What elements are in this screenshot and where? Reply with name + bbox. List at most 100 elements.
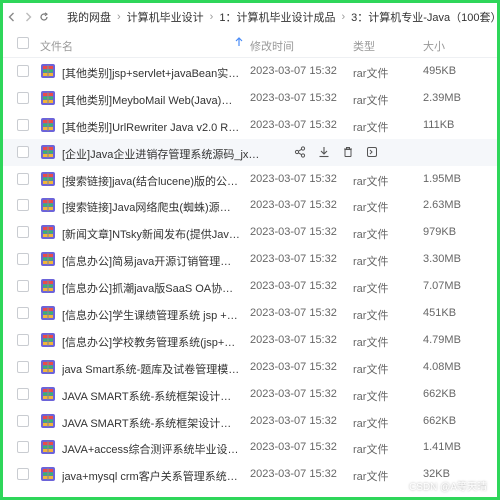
file-modified-time: 2023-03-07 15:32 bbox=[250, 172, 337, 185]
file-type: rar文件 bbox=[353, 336, 389, 349]
file-name[interactable]: JAVA SMART系统-系统框架设计与开发(源代码+论文).rar bbox=[62, 415, 240, 431]
file-name[interactable]: [搜索链接]Java网络爬虫(蜘蛛)源码_zhizhu.rar bbox=[62, 199, 240, 215]
file-modified-time: 2023-03-07 15:32 bbox=[250, 360, 337, 373]
select-all-checkbox[interactable] bbox=[17, 37, 29, 49]
file-type: rar文件 bbox=[353, 94, 389, 107]
column-type[interactable]: 类型 bbox=[353, 38, 375, 54]
refresh-icon[interactable] bbox=[39, 10, 49, 24]
row-checkbox[interactable] bbox=[17, 307, 29, 320]
file-name[interactable]: [信息办公]抓潮java版SaaS OA协同办公软件 v1.0.rar bbox=[62, 280, 240, 296]
row-checkbox[interactable] bbox=[17, 199, 29, 212]
file-name[interactable]: [信息办公]简易java开源订销管理系统_javainfo.rar bbox=[62, 253, 240, 269]
file-modified-time: 2023-03-07 15:32 bbox=[250, 468, 337, 481]
rar-archive-icon bbox=[40, 466, 56, 482]
file-modified-time: 2023-03-07 15:32 bbox=[250, 414, 337, 427]
file-name[interactable]: java+mysql crm客户关系管理系统.rar bbox=[62, 468, 240, 484]
row-checkbox[interactable] bbox=[17, 91, 29, 104]
rar-archive-icon bbox=[40, 251, 56, 267]
file-name[interactable]: [搜索链接]java(结合lucene)版的公交搜索系统_java_lucene… bbox=[62, 173, 240, 189]
back-icon[interactable] bbox=[7, 10, 17, 24]
row-checkbox[interactable] bbox=[17, 360, 29, 373]
file-row[interactable]: [其他类别]jsp+servlet+javaBean实现MVC_jsp_serv… bbox=[3, 58, 497, 85]
file-modified-time: 2023-03-07 15:32 bbox=[250, 441, 337, 454]
file-row[interactable]: [搜索链接]Java网络爬虫(蜘蛛)源码_zhizhu.rar 2023-03-0… bbox=[3, 192, 497, 219]
rar-archive-icon bbox=[40, 171, 56, 187]
breadcrumb-root[interactable]: 我的网盘 bbox=[67, 9, 111, 25]
file-type: rar文件 bbox=[353, 121, 389, 134]
file-name[interactable]: JAVA SMART系统-系统框架设计与开发(源代码+论文).rar bbox=[62, 388, 240, 404]
row-checkbox[interactable] bbox=[17, 414, 29, 427]
file-name[interactable]: java Smart系统-题库及试卷管理模块的设计与开发.rar bbox=[62, 361, 240, 377]
delete-icon[interactable] bbox=[336, 144, 360, 160]
watermark: CSDN @A等天晴 bbox=[409, 482, 487, 493]
file-size: 979KB bbox=[423, 226, 457, 239]
file-modified-time: 2023-03-07 15:32 bbox=[250, 199, 337, 212]
file-modified-time: 2023-03-07 15:32 bbox=[250, 65, 337, 77]
more-icon[interactable] bbox=[360, 144, 384, 160]
file-name[interactable]: [企业]Java企业进销存管理系统源码_jxc_j.rar bbox=[62, 146, 262, 162]
row-checkbox[interactable] bbox=[17, 387, 29, 400]
column-filename[interactable]: 文件名 bbox=[40, 38, 73, 54]
file-type: rar文件 bbox=[353, 202, 389, 215]
file-name[interactable]: [其他类别]MeyboMail Web(Java)开源简化_meybomail.… bbox=[62, 92, 240, 108]
row-checkbox[interactable] bbox=[17, 226, 29, 239]
file-name[interactable]: [其他类别]jsp+servlet+javaBean实现MVC_jsp_serv… bbox=[62, 65, 240, 81]
file-name[interactable]: [其他类别]UrlRewriter Java v2.0 RC1_urlrewri… bbox=[62, 119, 240, 135]
file-modified-time: 2023-03-07 15:32 bbox=[250, 226, 337, 239]
row-checkbox[interactable] bbox=[17, 280, 29, 293]
file-name[interactable]: [信息办公]学校教务管理系统(jsp+servlet+javabean).rar bbox=[62, 334, 240, 350]
breadcrumb-separator-icon: › bbox=[209, 10, 214, 23]
file-type: rar文件 bbox=[353, 363, 389, 376]
share-icon[interactable] bbox=[288, 144, 312, 160]
rar-archive-icon bbox=[40, 63, 56, 79]
file-row[interactable]: java Smart系统-题库及试卷管理模块的设计与开发.rar 2023-03-… bbox=[3, 354, 497, 381]
rar-archive-icon bbox=[40, 197, 56, 213]
row-checkbox[interactable] bbox=[17, 118, 29, 131]
file-type: rar文件 bbox=[353, 390, 389, 403]
file-name[interactable]: [新闻文章]NTsky新闻发布(提供JavaBean)v1.0_ntsky.ra… bbox=[62, 226, 240, 242]
rar-archive-icon bbox=[40, 224, 56, 240]
file-row[interactable]: [信息办公]学校教务管理系统(jsp+servlet+javabean).rar… bbox=[3, 327, 497, 354]
file-row[interactable]: [搜索链接]java(结合lucene)版的公交搜索系统_java_lucene… bbox=[3, 166, 497, 193]
file-row[interactable]: [企业]Java企业进销存管理系统源码_jxc_j.rar bbox=[3, 138, 497, 166]
file-modified-time: 2023-03-07 15:32 bbox=[250, 253, 337, 266]
row-checkbox[interactable] bbox=[17, 468, 29, 481]
file-name[interactable]: [信息办公]学生课绩管理系统 jsp + servlet + javabean.… bbox=[62, 307, 240, 323]
file-row[interactable]: [信息办公]简易java开源订销管理系统_javainfo.rar 2023-03… bbox=[3, 246, 497, 273]
row-checkbox[interactable] bbox=[17, 145, 29, 158]
file-row[interactable]: [其他类别]UrlRewriter Java v2.0 RC1_urlrewri… bbox=[3, 112, 497, 139]
breadcrumb-separator-icon: › bbox=[341, 10, 346, 23]
breadcrumb-item[interactable]: 1：计算机毕业设计成品 bbox=[219, 9, 335, 25]
file-browser-window: 我的网盘 › 计算机毕业设计 › 1：计算机毕业设计成品 › 3：计算机专业-J… bbox=[3, 3, 497, 497]
file-row[interactable]: JAVA SMART系统-系统框架设计与开发(源代码+论文).rar 2023-0… bbox=[3, 381, 497, 408]
file-size: 2.39MB bbox=[423, 91, 461, 104]
file-modified-time: 2023-03-07 15:32 bbox=[250, 91, 337, 104]
file-modified-time: 2023-03-07 15:32 bbox=[250, 387, 337, 400]
file-row[interactable]: [新闻文章]NTsky新闻发布(提供JavaBean)v1.0_ntsky.ra… bbox=[3, 219, 497, 246]
file-size: 7.07MB bbox=[423, 280, 461, 293]
file-size: 495KB bbox=[423, 65, 457, 77]
file-size: 1.41MB bbox=[423, 441, 461, 454]
rar-archive-icon bbox=[40, 305, 56, 321]
file-size: 662KB bbox=[423, 387, 457, 400]
file-row[interactable]: [信息办公]学生课绩管理系统 jsp + servlet + javabean.… bbox=[3, 300, 497, 327]
row-checkbox[interactable] bbox=[17, 441, 29, 454]
row-checkbox[interactable] bbox=[17, 333, 29, 346]
row-checkbox[interactable] bbox=[17, 65, 29, 77]
file-name[interactable]: JAVA+access综合测评系统毕业设计(源代码+论文).rar bbox=[62, 441, 240, 457]
breadcrumb-item[interactable]: 计算机毕业设计 bbox=[127, 9, 204, 25]
file-type: rar文件 bbox=[353, 229, 389, 242]
column-size[interactable]: 大小 bbox=[423, 38, 445, 54]
file-row[interactable]: [其他类别]MeyboMail Web(Java)开源简化_meybomail.… bbox=[3, 85, 497, 112]
file-size: 4.08MB bbox=[423, 360, 461, 373]
file-row[interactable]: [信息办公]抓潮java版SaaS OA协同办公软件 v1.0.rar 2023-… bbox=[3, 273, 497, 300]
forward-icon[interactable] bbox=[23, 10, 33, 24]
row-checkbox[interactable] bbox=[17, 172, 29, 185]
row-checkbox[interactable] bbox=[17, 253, 29, 266]
rar-archive-icon bbox=[40, 332, 56, 348]
download-icon[interactable] bbox=[312, 144, 336, 160]
file-row[interactable]: JAVA SMART系统-系统框架设计与开发(源代码+论文).rar 2023-0… bbox=[3, 408, 497, 435]
column-modified-time[interactable]: 修改时间 bbox=[250, 38, 294, 54]
file-row[interactable]: JAVA+access综合测评系统毕业设计(源代码+论文).rar 2023-03… bbox=[3, 434, 497, 461]
arrow-up-icon[interactable] bbox=[235, 37, 243, 50]
